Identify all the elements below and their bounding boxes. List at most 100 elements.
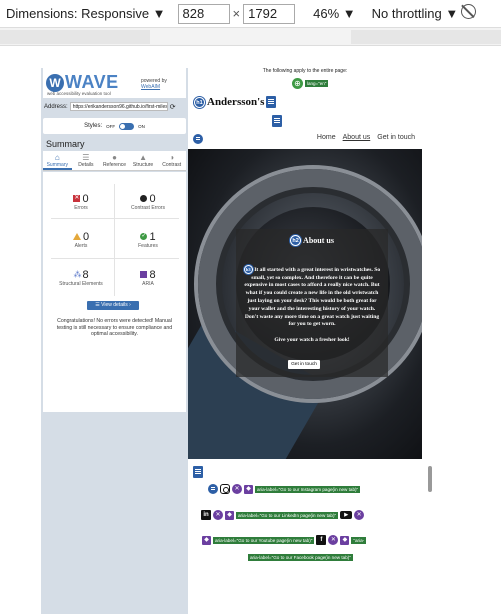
- facebook-icon[interactable]: f: [316, 535, 327, 545]
- aria-label-icon[interactable]: ◆: [244, 484, 253, 494]
- stat-structural[interactable]: ⁂ 8 Structural Elements: [51, 268, 111, 288]
- height-input[interactable]: 1792: [243, 3, 296, 24]
- tab-contrast[interactable]: ◑ Contrast: [157, 151, 186, 170]
- structural-count: 8: [82, 268, 89, 281]
- address-input[interactable]: https://erikandersson96.github.io/first-…: [69, 102, 168, 111]
- aria-label-icon[interactable]: ◆: [202, 535, 211, 545]
- youtube-aria-tag: aria-label="Go to our Youtube page(in ne…: [213, 536, 315, 544]
- linkedin-aria-tag: aria-label="Go to our LinkedIn page(in n…: [236, 511, 339, 519]
- feature-icon: ✓: [140, 233, 148, 240]
- stat-aria[interactable]: 8 ARIA: [118, 268, 178, 287]
- tab-structure[interactable]: ▲ Structure: [129, 151, 158, 170]
- h3-icon[interactable]: h3: [243, 265, 253, 274]
- brand-name[interactable]: Andersson's: [207, 96, 264, 108]
- address-label: Address:: [44, 103, 68, 110]
- stat-alerts[interactable]: 0 Alerts: [51, 230, 111, 249]
- aria-label-icon[interactable]: ◆: [225, 510, 234, 520]
- zoom-dropdown[interactable]: 46% ▼: [313, 6, 356, 21]
- tab-reference[interactable]: ● Reference: [100, 151, 129, 170]
- media-query-ruler[interactable]: [0, 27, 501, 46]
- ruler-segment[interactable]: [351, 30, 501, 44]
- get-in-touch-button[interactable]: Get in touch: [288, 360, 320, 369]
- scrollbar-thumb[interactable]: [428, 466, 432, 492]
- stat-contrast-errors[interactable]: 0 Contrast Errors: [118, 192, 178, 212]
- main-nav: Home About us Get in touch: [317, 134, 415, 141]
- stat-errors[interactable]: ✕ 0 Errors: [51, 192, 111, 211]
- about-heading-row: h2 About us: [236, 235, 388, 246]
- wave-logo-icon: W: [46, 73, 64, 92]
- about-paragraph: It all started with a great interest in …: [244, 266, 381, 328]
- nav-home[interactable]: Home: [317, 134, 336, 141]
- nav-contact[interactable]: Get in touch: [377, 134, 415, 141]
- aria-count: 8: [149, 268, 156, 281]
- tab-details[interactable]: ☰ Details: [72, 151, 101, 170]
- congrats-message: Congratulations! No errors were detected…: [56, 318, 173, 337]
- stat-features[interactable]: ✓ 1 Features: [118, 230, 178, 250]
- list-icon[interactable]: [193, 134, 203, 144]
- errors-label: Errors: [74, 205, 88, 211]
- lang-tag: lang="en": [305, 80, 329, 87]
- alert-icon: [72, 233, 81, 240]
- page-preview: The following apply to the entire page: …: [188, 68, 422, 614]
- styles-on-label: ON: [138, 123, 145, 129]
- aria-icon[interactable]: ✕: [213, 510, 223, 520]
- list-icon[interactable]: [208, 484, 218, 494]
- alerts-count: 0: [82, 230, 90, 243]
- aria-icon[interactable]: ✕: [232, 484, 242, 494]
- contrast-error-icon: [140, 195, 148, 202]
- ruler-segment[interactable]: [0, 30, 150, 44]
- nav-about[interactable]: About us: [343, 134, 371, 141]
- region-icon[interactable]: [272, 115, 282, 127]
- width-input[interactable]: 828: [177, 3, 230, 24]
- errors-count: 0: [82, 192, 89, 205]
- aria-label-icon[interactable]: ◆: [340, 535, 350, 545]
- contrast-errors-label: Contrast Errors: [131, 205, 165, 211]
- throttling-dropdown[interactable]: No throttling ▼: [372, 6, 459, 21]
- footer-region-icon[interactable]: [193, 466, 203, 478]
- structure-icon: ⁂: [73, 270, 82, 279]
- rotate-icon[interactable]: [461, 4, 476, 19]
- about-card: h2 About us h3 It all started with a gre…: [236, 229, 388, 377]
- contrast-icon: ◑: [169, 153, 175, 162]
- wave-header: W WAVE web accessibility evaluation tool…: [43, 68, 186, 98]
- vertical-divider: [114, 184, 115, 296]
- aria-icon[interactable]: ✕: [328, 535, 339, 545]
- aria-icon[interactable]: ✕: [354, 510, 365, 520]
- error-icon: ✕: [73, 195, 81, 202]
- tab-summary-label: Summary: [46, 162, 68, 168]
- home-icon: ⌂: [54, 153, 60, 162]
- linkedin-icon[interactable]: in: [201, 510, 211, 520]
- aria-label-text: ARIA: [142, 281, 154, 287]
- instagram-icon[interactable]: [220, 484, 230, 494]
- footer: ✕ ◆ aria-label="Go to our Instagram page…: [188, 462, 422, 612]
- aria-tag-truncated: "aria-: [351, 536, 367, 544]
- wave-subtitle: web accessibility evaluation tool: [47, 91, 111, 96]
- address-bar: Address: https://erikandersson96.github.…: [44, 102, 176, 111]
- styles-label: Styles:: [84, 123, 103, 129]
- view-details-button[interactable]: ☰ View details ›: [87, 301, 139, 310]
- styles-toggle[interactable]: [119, 122, 135, 130]
- about-heading: About us: [303, 236, 334, 245]
- region-icon[interactable]: [266, 96, 277, 108]
- h1-icon[interactable]: h1: [194, 96, 205, 108]
- wave-tabs: ⌂ Summary ☰ Details ● Reference ▲ Structure …: [43, 151, 186, 171]
- h2-icon[interactable]: h2: [290, 235, 302, 246]
- structural-label: Structural Elements: [59, 281, 103, 287]
- social-youtube: ◆ aria-label="Go to our Youtube page(in …: [202, 535, 367, 545]
- wave-title: WAVE: [65, 72, 119, 92]
- wave-logo[interactable]: W WAVE: [46, 72, 119, 93]
- tab-structure-label: Structure: [132, 162, 154, 168]
- styles-toggle-row: Styles: OFF ON: [43, 118, 186, 134]
- dimensions-dropdown[interactable]: Dimensions: Responsive ▼: [6, 6, 166, 21]
- tab-contrast-label: Contrast: [162, 162, 182, 168]
- social-instagram: ✕ ◆ aria-label="Go to our Instagram page…: [208, 484, 361, 494]
- language-indicator[interactable]: ⊕ lang="en": [292, 78, 329, 89]
- youtube-icon[interactable]: ▶: [340, 511, 353, 519]
- webaim-link[interactable]: WebAIM: [141, 84, 160, 90]
- refresh-icon[interactable]: ⟳: [170, 103, 176, 111]
- social-linkedin: in ✕ ◆ aria-label="Go to our LinkedIn pa…: [201, 510, 365, 520]
- tab-details-label: Details: [78, 162, 94, 168]
- divider: [51, 258, 179, 259]
- wave-sidebar: W WAVE web accessibility evaluation tool…: [41, 68, 188, 614]
- tab-summary[interactable]: ⌂ Summary: [43, 151, 72, 170]
